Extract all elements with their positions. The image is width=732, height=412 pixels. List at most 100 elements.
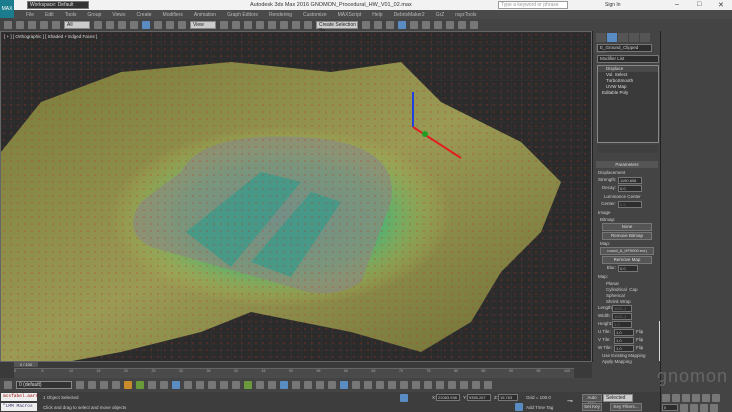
pan-icon[interactable] — [690, 404, 698, 412]
curve-editor-icon[interactable] — [410, 21, 418, 29]
manipulate-icon[interactable] — [232, 21, 240, 29]
snap-25d-icon[interactable] — [268, 381, 276, 389]
snap-spinner-icon[interactable] — [316, 381, 324, 389]
layer-explorer-icon[interactable] — [386, 21, 394, 29]
snap-3d-icon[interactable] — [280, 381, 288, 389]
viewport-label[interactable]: [ + ] [ Orthographic ] [ Shaded + Edged … — [4, 34, 97, 39]
snap-2d-icon[interactable] — [256, 381, 264, 389]
menu-views[interactable]: Views — [112, 12, 125, 18]
add-time-tag[interactable]: Add Time Tag — [526, 405, 553, 410]
v-tile-spinner[interactable]: 1.0 — [614, 337, 634, 344]
key-selection-dropdown[interactable]: Selected — [603, 394, 633, 402]
minimize-button[interactable]: – — [675, 1, 679, 8]
particle-view-icon[interactable] — [352, 381, 360, 389]
auto-key-button[interactable]: Auto Key — [582, 394, 602, 406]
u-tile-spinner[interactable]: 1.0 — [614, 329, 634, 336]
lock-selection-icon[interactable] — [400, 394, 408, 402]
menu-tools[interactable]: Tools — [65, 12, 77, 18]
material-editor-icon[interactable] — [434, 21, 442, 29]
menu-maxscript[interactable]: MAXScript — [338, 12, 362, 18]
menu-group[interactable]: Group — [87, 12, 101, 18]
create-layer-icon[interactable] — [76, 381, 84, 389]
stack-item-editable-poly[interactable]: Editable Poly — [598, 90, 658, 96]
snap-angle-icon[interactable] — [292, 381, 300, 389]
layer-dropdown[interactable]: 0 (default) — [16, 381, 72, 389]
scene-explorer-small-icon[interactable] — [172, 381, 180, 389]
menu-customize[interactable]: Customize — [303, 12, 327, 18]
use-existing-mapping-checkbox[interactable]: Use Existing Mapping — [602, 353, 652, 358]
light-icon[interactable] — [436, 381, 444, 389]
map-button[interactable]: round_A_HF0000.exr) — [600, 247, 654, 255]
u-flip-checkbox[interactable]: Flip — [636, 329, 643, 336]
center-spinner[interactable]: 0.5 — [618, 201, 642, 208]
place-icon[interactable] — [178, 21, 186, 29]
snap-toggle-icon[interactable] — [244, 381, 252, 389]
keyboard-shortcut-icon[interactable] — [244, 21, 252, 29]
snap-percent-icon[interactable] — [304, 381, 312, 389]
toggle-ribbon-icon[interactable] — [160, 381, 168, 389]
spherical-radio[interactable]: Spherical — [606, 293, 648, 298]
undo-icon[interactable] — [4, 21, 12, 29]
populate-icon[interactable] — [136, 381, 144, 389]
go-to-end-icon[interactable] — [702, 394, 710, 402]
search-input[interactable]: Type a keyword or phrase — [498, 1, 568, 9]
isolate-icon[interactable] — [472, 381, 480, 389]
spacing-icon[interactable] — [232, 381, 240, 389]
current-frame-field[interactable]: 0 — [662, 404, 678, 411]
angle-snap-icon[interactable] — [268, 21, 276, 29]
cylindrical-radio[interactable]: Cylindrical Cap — [606, 287, 648, 292]
selection-filter-dropdown[interactable]: All — [64, 21, 90, 29]
maximize-button[interactable]: □ — [697, 1, 701, 8]
menu-help[interactable]: Help — [372, 12, 382, 18]
blur-spinner[interactable]: 0.0 — [618, 265, 638, 272]
width-spinner[interactable]: 1021.1 — [612, 313, 632, 320]
strength-spinner[interactable]: 1190.606 — [618, 177, 642, 184]
workspace-dropdown[interactable]: Workspace: Default — [27, 1, 89, 9]
height-spinner[interactable]: 1.0 — [612, 321, 632, 328]
percent-snap-icon[interactable] — [280, 21, 288, 29]
zoom-icon[interactable] — [712, 394, 720, 402]
modify-tab-icon[interactable] — [607, 33, 617, 42]
redo-icon[interactable] — [16, 21, 24, 29]
key-icon[interactable]: ⊸ — [567, 397, 573, 405]
rect-selection-icon[interactable] — [118, 21, 126, 29]
motion-tab-icon[interactable] — [629, 33, 639, 42]
y-coordinate-field[interactable]: 9355.267 — [467, 394, 491, 401]
maxscript-listener-2[interactable]: "LMM Macros — [1, 403, 37, 411]
shrink-wrap-radio[interactable]: Shrink Wrap — [606, 299, 648, 304]
link-icon[interactable] — [28, 21, 36, 29]
menu-debrismaker[interactable]: DebrisMaker2 — [394, 12, 425, 18]
go-to-start-icon[interactable] — [662, 394, 670, 402]
dope-sheet-icon[interactable] — [184, 381, 192, 389]
viewport[interactable]: [ + ] [ Orthographic ] [ Shaded + Edged … — [0, 31, 592, 362]
align-icon[interactable] — [374, 21, 382, 29]
bind-spacewarp-icon[interactable] — [52, 21, 60, 29]
camera-icon[interactable] — [448, 381, 456, 389]
snap-edge-icon[interactable] — [328, 381, 336, 389]
unlink-icon[interactable] — [40, 21, 48, 29]
mirror-icon[interactable] — [362, 21, 370, 29]
time-tag-icon[interactable] — [515, 403, 523, 411]
bitmap-button[interactable]: None — [602, 223, 652, 231]
ref-coord-dropdown[interactable]: View — [190, 21, 216, 29]
sign-in-link[interactable]: Sign In — [605, 2, 621, 8]
menu-create[interactable]: Create — [137, 12, 152, 18]
select-in-layer-icon[interactable] — [100, 381, 108, 389]
add-to-layer-icon[interactable] — [88, 381, 96, 389]
menu-rayztools[interactable]: rayzTools — [455, 12, 476, 18]
menu-graph-editors[interactable]: Graph Editors — [227, 12, 258, 18]
planar-radio[interactable]: Planar — [606, 281, 648, 286]
menu-edit[interactable]: Edit — [45, 12, 54, 18]
x-coordinate-field[interactable]: 22083.938 — [436, 394, 460, 401]
luminance-center-checkbox[interactable]: Luminance Center — [604, 194, 650, 199]
close-button[interactable]: ✕ — [718, 1, 724, 9]
menu-animation[interactable]: Animation — [194, 12, 216, 18]
modifier-list-dropdown[interactable]: Modifier List — [597, 55, 659, 63]
container-icon[interactable] — [424, 381, 432, 389]
menu-grz[interactable]: GrZ — [436, 12, 445, 18]
select-rotate-icon[interactable] — [154, 21, 162, 29]
time-config-icon[interactable] — [680, 404, 688, 412]
select-object-icon[interactable] — [94, 21, 102, 29]
remove-bitmap-button[interactable]: Remove Bitmap — [602, 232, 652, 240]
select-move-icon[interactable] — [142, 21, 150, 29]
